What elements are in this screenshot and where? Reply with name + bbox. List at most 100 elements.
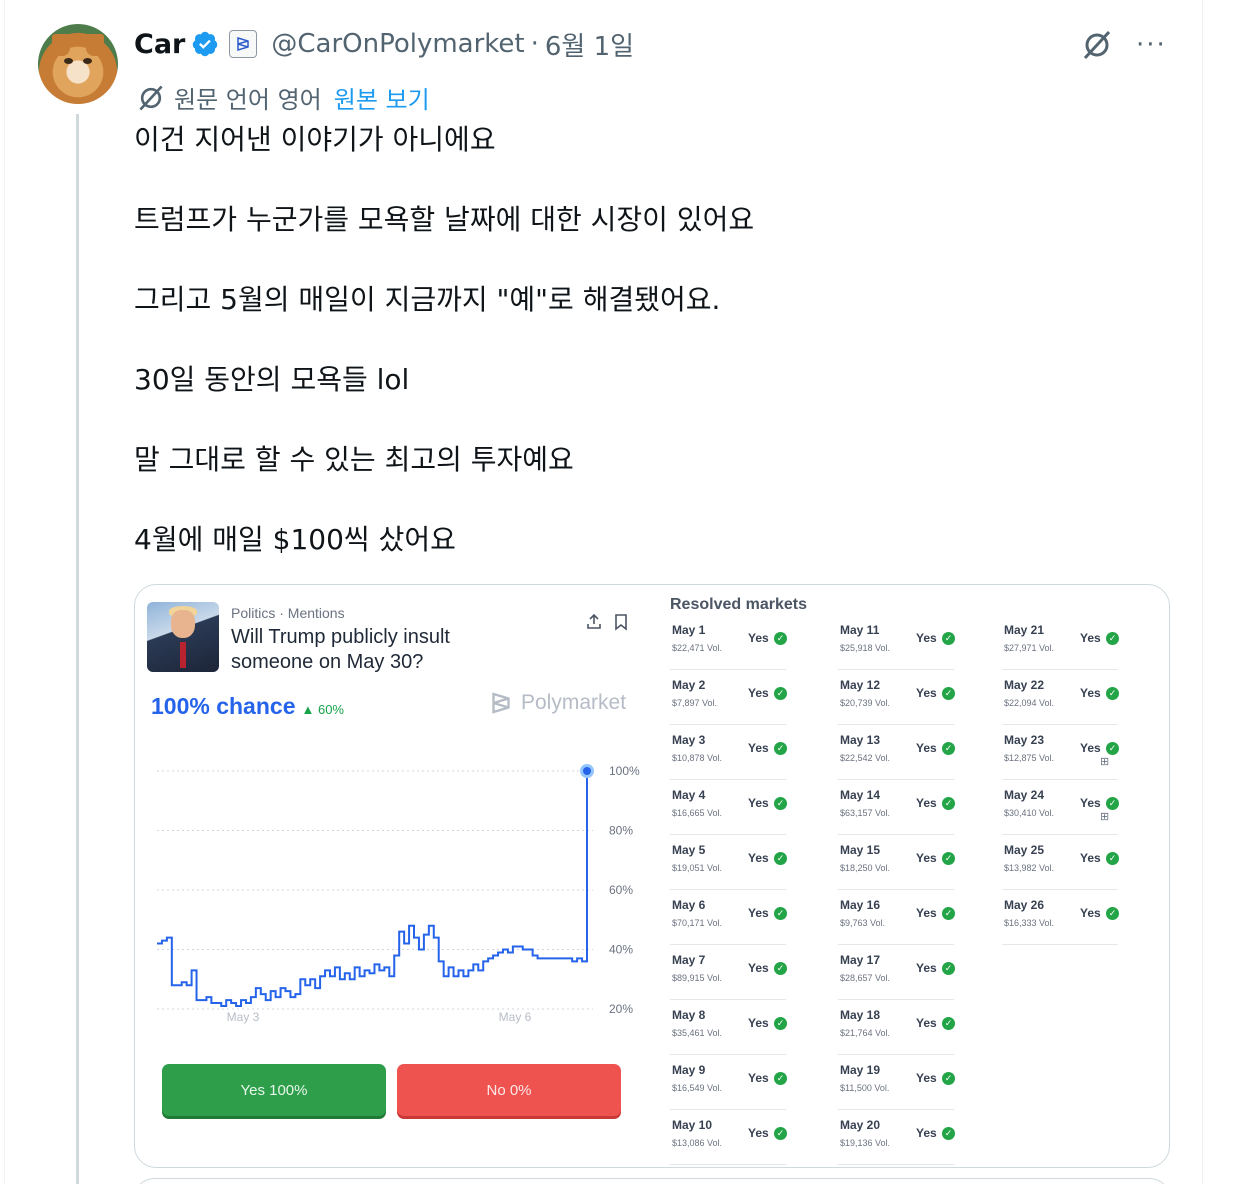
- check-icon: ✓: [774, 742, 787, 755]
- check-icon: ✓: [942, 1127, 955, 1140]
- resolved-market-item: May 6 $70,171 Vol. Yes ✓: [670, 890, 787, 945]
- resolved-market-volume: $7,897 Vol.: [672, 698, 718, 708]
- resolved-market-item: May 9 $16,549 Vol. Yes ✓: [670, 1055, 787, 1110]
- resolved-market-date: May 3: [672, 733, 706, 747]
- resolved-market-volume: $13,086 Vol.: [672, 1138, 723, 1148]
- check-icon: ✓: [942, 1072, 955, 1085]
- resolved-market-volume: $9,763 Vol.: [840, 918, 886, 928]
- resolved-market-item: May 23 $12,875 Vol. Yes ✓ ⊞: [1002, 725, 1119, 780]
- resolved-market-item: May 1 $22,471 Vol. Yes ✓: [670, 615, 787, 670]
- resolved-market-result: Yes: [916, 631, 937, 645]
- check-icon: ✓: [774, 1127, 787, 1140]
- avatar-eye-left: [64, 58, 73, 64]
- resolved-market-result: Yes: [1080, 631, 1101, 645]
- more-options-icon[interactable]: ···: [1136, 32, 1167, 58]
- resolved-market-item: May 2 $7,897 Vol. Yes ✓: [670, 670, 787, 725]
- resolved-market-date: May 8: [672, 1008, 706, 1022]
- author-name[interactable]: Car: [134, 29, 185, 60]
- tweet-header: Car @CarOnPolymarket · 6월 1일: [134, 26, 634, 62]
- check-icon: ✓: [942, 797, 955, 810]
- check-icon: ✓: [774, 1072, 787, 1085]
- resolved-market-item: May 14 $63,157 Vol. Yes ✓: [838, 780, 955, 835]
- resolved-market-date: May 19: [840, 1063, 881, 1077]
- translate-grok-icon: [139, 85, 163, 110]
- check-icon: ✓: [774, 797, 787, 810]
- resolved-market-item: May 3 $10,878 Vol. Yes ✓: [670, 725, 787, 780]
- author-handle[interactable]: @CarOnPolymarket: [271, 29, 524, 59]
- avatar[interactable]: [38, 24, 118, 104]
- check-icon: ✓: [1106, 852, 1119, 865]
- check-icon: ✓: [942, 907, 955, 920]
- resolved-market-item: May 16 $9,763 Vol. Yes ✓: [838, 890, 955, 945]
- resolved-market-item: May 11 $25,918 Vol. Yes ✓: [838, 615, 955, 670]
- check-icon: ✓: [1106, 632, 1119, 645]
- buy-yes-button: Yes 100%: [162, 1064, 386, 1116]
- resolved-market-date: May 24: [1004, 788, 1045, 802]
- resolved-market-volume: $18,250 Vol.: [840, 863, 891, 873]
- resolved-market-date: May 17: [840, 953, 881, 967]
- resolved-market-result: Yes: [916, 906, 937, 920]
- resolved-market-result: Yes: [916, 796, 937, 810]
- market-chance: 100% chance ▲ 60%: [151, 693, 344, 720]
- resolved-market-result: Yes: [916, 961, 937, 975]
- resolved-market-result: Yes: [916, 1126, 937, 1140]
- resolved-market-item: May 25 $13,982 Vol. Yes ✓: [1002, 835, 1119, 890]
- y-tick-label: 80%: [609, 824, 633, 838]
- affiliate-polymarket-icon[interactable]: [229, 30, 258, 58]
- resolved-market-volume: $21,764 Vol.: [840, 1028, 891, 1038]
- verified-badge-icon[interactable]: [191, 30, 219, 58]
- polymarket-logo: Polymarket: [489, 691, 626, 715]
- resolved-market-date: May 9: [672, 1063, 706, 1077]
- chart-series-line: [157, 771, 588, 1008]
- check-icon: ✓: [942, 632, 955, 645]
- avatar-ear-left: [52, 34, 70, 56]
- resolved-market-result: Yes: [916, 686, 937, 700]
- resolved-market-date: May 16: [840, 898, 881, 912]
- resolved-market-date: May 14: [840, 788, 881, 802]
- tweet-line: 30일 동안의 모욕들 lol: [134, 363, 410, 396]
- resolved-market-volume: $22,094 Vol.: [1004, 698, 1055, 708]
- resolved-markets-title: Resolved markets: [670, 596, 807, 613]
- resolved-market-item: May 8 $35,461 Vol. Yes ✓: [670, 1000, 787, 1055]
- buy-no-button: No 0%: [397, 1064, 621, 1116]
- show-original-link[interactable]: 원본 보기: [334, 80, 430, 115]
- resolved-market-item: May 4 $16,665 Vol. Yes ✓: [670, 780, 787, 835]
- chance-delta: ▲ 60%: [301, 702, 344, 717]
- resolved-market-result: Yes: [1080, 741, 1101, 755]
- resolved-market-volume: $28,657 Vol.: [840, 973, 891, 983]
- grok-icon[interactable]: [1080, 28, 1114, 62]
- resolved-market-result: Yes: [748, 961, 769, 975]
- resolved-market-result: Yes: [748, 1071, 769, 1085]
- share-icon: [587, 613, 601, 629]
- resolved-market-date: May 4: [672, 788, 706, 802]
- tweet-media-image[interactable]: Politics · Mentions Will Trump publicly …: [134, 584, 1170, 1168]
- resolved-market-date: May 13: [840, 733, 881, 747]
- resolved-market-result: Yes: [916, 1071, 937, 1085]
- avatar-eye-right: [83, 58, 92, 64]
- resolved-market-result: Yes: [1080, 796, 1101, 810]
- resolved-market-volume: $70,171 Vol.: [672, 918, 723, 928]
- resolved-market-date: May 11: [840, 623, 880, 637]
- tweet-actions-top: ···: [1080, 28, 1167, 62]
- check-icon: ✓: [1106, 742, 1119, 755]
- tweet-date[interactable]: 6월 1일: [545, 26, 634, 63]
- probability-chart: 100% 80% 60% 40% 20% May 3 May 6: [157, 764, 640, 1024]
- resolved-market-volume: $16,549 Vol.: [672, 1083, 723, 1093]
- resolved-market-result: Yes: [916, 741, 937, 755]
- x-tick-label: May 6: [499, 1010, 532, 1024]
- market-title: Will Trump publicly insult someone on Ma…: [231, 626, 450, 673]
- tweet-line: 4월에 매일 $100씩 샀어요: [134, 523, 456, 556]
- y-tick-label: 40%: [609, 943, 633, 957]
- resolved-market-item: May 19 $11,500 Vol. Yes ✓: [838, 1055, 955, 1110]
- tweet-line: 이건 지어낸 이야기가 아니에요: [134, 123, 496, 156]
- avatar-ear-right: [86, 34, 104, 56]
- market-category: Politics · Mentions: [231, 605, 345, 621]
- resolved-market-date: May 6: [672, 898, 706, 912]
- translation-label: 원문 언어 영어: [174, 86, 322, 114]
- tweet-line: 말 그대로 할 수 있는 최고의 투자예요: [134, 443, 574, 476]
- check-icon: ✓: [942, 1017, 955, 1030]
- market-thumbnail: [147, 602, 219, 672]
- resolved-market-date: May 10: [672, 1118, 713, 1132]
- check-icon: ✓: [942, 852, 955, 865]
- check-icon: ✓: [942, 687, 955, 700]
